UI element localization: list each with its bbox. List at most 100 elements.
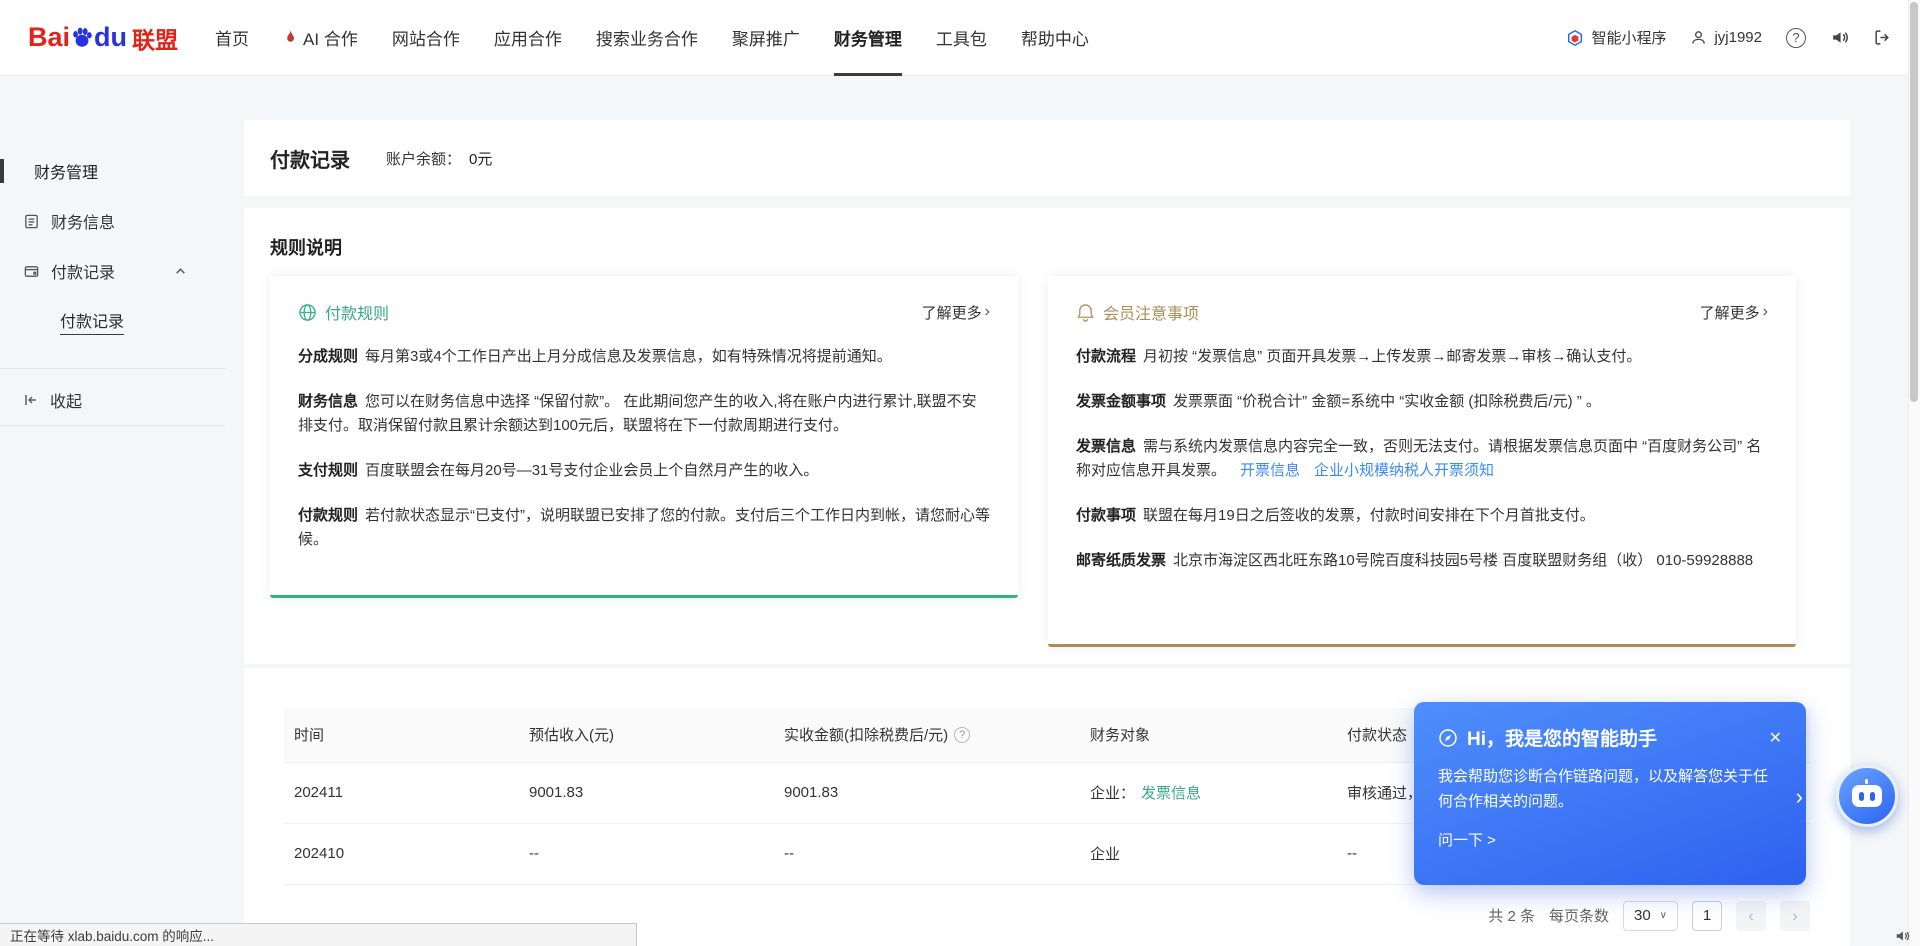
rules-section: 规则说明 付款规则 了解更多 › 分成规则每月第3或4个工作日产出上月分成信息及… bbox=[244, 208, 1850, 664]
browser-status-bar: 正在等待 xlab.baidu.com 的响应... bbox=[0, 923, 637, 946]
col-estimated: 预估收入(元) bbox=[519, 708, 774, 762]
rule-text: 百度联盟会在每月20号—31号支付企业会员上个自然月产生的收入。 bbox=[365, 462, 818, 479]
corner-speaker-icon[interactable] bbox=[1894, 928, 1910, 944]
nav-item-website[interactable]: 网站合作 bbox=[375, 0, 477, 76]
rule-item: 发票金额事项发票票面 “价税合计” 金额=系统中 “实收金额 (扣除税费后/元)… bbox=[1076, 390, 1768, 414]
rule-label: 发票金额事项 bbox=[1076, 393, 1166, 410]
scrollbar-track[interactable] bbox=[1908, 0, 1920, 946]
sidebar-item-finance-info[interactable]: 财务信息 bbox=[0, 196, 226, 246]
member-notes-more-link[interactable]: 了解更多 › bbox=[1700, 302, 1768, 323]
per-page-value: 30 bbox=[1634, 907, 1651, 924]
per-page-select[interactable]: 30 ∨ bbox=[1623, 901, 1678, 931]
flame-icon bbox=[283, 29, 298, 46]
member-notes-card: 会员注意事项 了解更多 › 付款流程月初按 “发票信息” 页面开具发票→上传发票… bbox=[1048, 276, 1796, 647]
user-account[interactable]: jyj1992 bbox=[1690, 29, 1762, 46]
logout-icon[interactable] bbox=[1873, 28, 1892, 47]
rule-text: 北京市海淀区西北旺东路10号院百度科技园5号楼 百度联盟财务组（收） 010-5… bbox=[1173, 552, 1753, 569]
nav-item-search-biz[interactable]: 搜索业务合作 bbox=[579, 0, 715, 76]
assistant-robot-button[interactable] bbox=[1836, 765, 1898, 827]
help-icon[interactable]: ? bbox=[1786, 28, 1806, 48]
chevron-up-icon[interactable] bbox=[174, 265, 187, 278]
sidebar-subitem-label: 付款记录 bbox=[60, 308, 124, 335]
nav-item-finance[interactable]: 财务管理 bbox=[817, 0, 919, 76]
sidebar-root-label: 财务管理 bbox=[34, 159, 98, 183]
chevron-right-icon: › bbox=[985, 303, 990, 321]
topnav-right-area: 智能小程序 jyj1992 ? bbox=[1566, 27, 1892, 48]
col-time: 时间 bbox=[284, 708, 519, 762]
miniprogram-entry[interactable]: 智能小程序 bbox=[1566, 27, 1666, 48]
rule-text: 每月第3或4个工作日产出上月分成信息及发票信息，如有特殊情况将提前通知。 bbox=[365, 348, 892, 365]
sidebar-item-payment-records[interactable]: 付款记录 bbox=[0, 246, 226, 296]
rule-text: 若付款状态显示“已支付”，说明联盟已安排了您的付款。支付后三个工作日内到帐，请您… bbox=[298, 507, 990, 548]
invoice-info-table-link[interactable]: 发票信息 bbox=[1141, 785, 1201, 802]
nav-item-app[interactable]: 应用合作 bbox=[477, 0, 579, 76]
rule-item: 发票信息需与系统内发票信息内容完全一致，否则无法支付。请根据发票信息页面中 “百… bbox=[1076, 435, 1768, 483]
assistant-header: Hi，我是您的智能助手 ✕ bbox=[1438, 724, 1782, 751]
col-actual-label: 实收金额(扣除税费后/元) bbox=[784, 724, 948, 745]
payment-rules-title: 付款规则 bbox=[325, 300, 389, 324]
sidebar-finance-info-label: 财务信息 bbox=[51, 209, 115, 233]
rule-item: 邮寄纸质发票北京市海淀区西北旺东路10号院百度科技园5号楼 百度联盟财务组（收）… bbox=[1076, 549, 1768, 573]
assistant-title: Hi，我是您的智能助手 bbox=[1467, 724, 1657, 751]
chevron-right-icon: › bbox=[1763, 303, 1768, 321]
nav-item-ai-label: AI 合作 bbox=[303, 25, 358, 50]
page-number-button[interactable]: 1 bbox=[1692, 901, 1722, 931]
username: jyj1992 bbox=[1714, 29, 1762, 46]
prev-page-button[interactable]: ‹ bbox=[1736, 901, 1766, 931]
bell-icon bbox=[1076, 303, 1095, 322]
payment-rules-card: 付款规则 了解更多 › 分成规则每月第3或4个工作日产出上月分成信息及发票信息，… bbox=[270, 276, 1018, 598]
rule-text: 月初按 “发票信息” 页面开具发票→上传发票→邮寄发票→审核→确认支付。 bbox=[1143, 348, 1641, 365]
balance-value: 0元 bbox=[469, 148, 492, 169]
scrollbar-thumb[interactable] bbox=[1910, 2, 1918, 402]
total-count: 共 2 条 bbox=[1488, 905, 1535, 926]
assistant-ask-link[interactable]: 问一下 > bbox=[1438, 829, 1496, 850]
rule-item: 付款事项联盟在每月19日之后签收的发票，付款时间安排在下个月首批支付。 bbox=[1076, 504, 1768, 528]
close-icon[interactable]: ✕ bbox=[1769, 728, 1782, 748]
robot-eye bbox=[1870, 792, 1875, 801]
per-page-label: 每页条数 bbox=[1549, 905, 1609, 926]
rule-label: 付款事项 bbox=[1076, 507, 1136, 524]
cell-entity: 企业 bbox=[1080, 823, 1337, 884]
sidebar-subitem-payment-records[interactable]: 付款记录 bbox=[0, 296, 226, 346]
nav-item-ai[interactable]: AI 合作 bbox=[266, 0, 375, 76]
user-icon bbox=[1690, 29, 1707, 46]
balance-label: 账户余额： bbox=[386, 148, 461, 169]
payment-rules-header: 付款规则 了解更多 › bbox=[298, 300, 990, 324]
next-page-button[interactable]: › bbox=[1780, 901, 1810, 931]
sidebar-item-finance-root[interactable]: 财务管理 bbox=[0, 146, 226, 196]
small-taxpayer-guide-link[interactable]: 企业小规模纳税人开票须知 bbox=[1314, 462, 1494, 479]
page-header-card: 付款记录 账户余额： 0元 bbox=[244, 120, 1850, 196]
miniprogram-label: 智能小程序 bbox=[1591, 27, 1666, 48]
nav-item-toolkit[interactable]: 工具包 bbox=[919, 0, 1004, 76]
cell-estimated: -- bbox=[519, 823, 774, 884]
nav-item-juping[interactable]: 聚屏推广 bbox=[715, 0, 817, 76]
payment-rules-more-link[interactable]: 了解更多 › bbox=[922, 302, 990, 323]
rule-item: 分成规则每月第3或4个工作日产出上月分成信息及发票信息，如有特殊情况将提前通知。 bbox=[298, 345, 990, 369]
sidebar-collapse-button[interactable]: 收起 bbox=[0, 375, 226, 425]
rule-item: 支付规则百度联盟会在每月20号—31号支付企业会员上个自然月产生的收入。 bbox=[298, 459, 990, 483]
main-nav: 首页 AI 合作 网站合作 应用合作 搜索业务合作 聚屏推广 财务管理 工具包 … bbox=[198, 0, 1106, 75]
cell-actual: -- bbox=[774, 823, 1080, 884]
rule-item: 财务信息您可以在财务信息中选择 “保留付款”。 在此期间您产生的收入,将在账户内… bbox=[298, 390, 990, 438]
logo-text-du: du bbox=[94, 22, 127, 53]
cell-entity: 企业：发票信息 bbox=[1080, 762, 1337, 823]
rule-label: 付款规则 bbox=[298, 507, 358, 524]
baidu-paw-icon bbox=[71, 26, 93, 50]
speaker-icon[interactable] bbox=[1830, 28, 1849, 47]
more-label: 了解更多 bbox=[922, 302, 982, 323]
nav-item-help-center[interactable]: 帮助中心 bbox=[1004, 0, 1106, 76]
wallet-icon bbox=[23, 263, 40, 280]
nav-item-home[interactable]: 首页 bbox=[198, 0, 266, 76]
invoice-info-link[interactable]: 开票信息 bbox=[1240, 462, 1300, 479]
member-notes-header: 会员注意事项 了解更多 › bbox=[1076, 300, 1768, 324]
chevron-right-icon: › bbox=[1796, 784, 1803, 810]
rule-label: 支付规则 bbox=[298, 462, 358, 479]
sidebar-divider bbox=[0, 368, 226, 369]
cell-time: 202410 bbox=[284, 823, 519, 884]
rule-label: 财务信息 bbox=[298, 393, 358, 410]
baidu-union-logo[interactable]: Bai du 联盟 bbox=[28, 21, 178, 55]
collapse-icon bbox=[23, 392, 39, 408]
rule-text: 联盟在每月19日之后签收的发票，付款时间安排在下个月首批支付。 bbox=[1143, 507, 1595, 524]
logo-text-bai: Bai bbox=[28, 22, 70, 53]
question-circle-icon[interactable]: ? bbox=[954, 727, 970, 743]
